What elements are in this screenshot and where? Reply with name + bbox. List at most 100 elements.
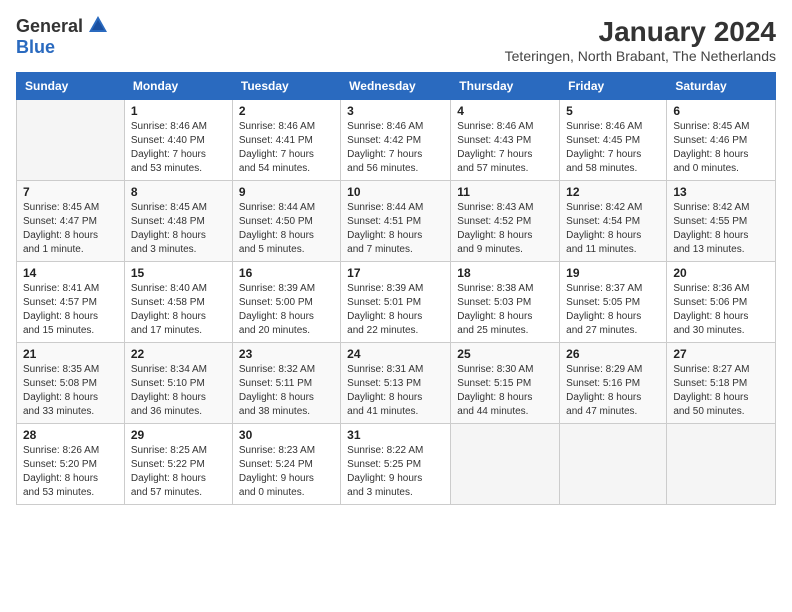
header-cell-saturday: Saturday bbox=[667, 73, 776, 100]
day-info: Sunrise: 8:44 AMSunset: 4:51 PMDaylight:… bbox=[347, 201, 444, 257]
day-cell: 5 Sunrise: 8:46 AMSunset: 4:45 PMDaylight… bbox=[560, 100, 667, 181]
day-cell: 14 Sunrise: 8:41 AMSunset: 4:57 PMDayligh… bbox=[17, 262, 125, 343]
day-cell: 23 Sunrise: 8:32 AMSunset: 5:11 PMDayligh… bbox=[232, 343, 340, 424]
day-number: 5 bbox=[566, 104, 660, 118]
day-cell: 7Sunrise: 8:45 AMSunset: 4:47 PMDaylight… bbox=[17, 181, 125, 262]
day-cell: 15 Sunrise: 8:40 AMSunset: 4:58 PMDayligh… bbox=[124, 262, 232, 343]
day-cell: 29 Sunrise: 8:25 AMSunset: 5:22 PMDayligh… bbox=[124, 424, 232, 505]
day-cell: 9 Sunrise: 8:44 AMSunset: 4:50 PMDaylight… bbox=[232, 181, 340, 262]
day-number: 18 bbox=[457, 266, 553, 280]
title-area: January 2024 Teteringen, North Brabant, … bbox=[505, 16, 776, 64]
day-info: Sunrise: 8:32 AMSunset: 5:11 PMDaylight:… bbox=[239, 363, 334, 419]
day-cell: 30 Sunrise: 8:23 AMSunset: 5:24 PMDayligh… bbox=[232, 424, 340, 505]
day-number: 7 bbox=[23, 185, 118, 199]
day-number: 20 bbox=[673, 266, 769, 280]
day-cell bbox=[17, 100, 125, 181]
day-cell: 20 Sunrise: 8:36 AMSunset: 5:06 PMDayligh… bbox=[667, 262, 776, 343]
day-info: Sunrise: 8:34 AMSunset: 5:10 PMDaylight:… bbox=[131, 363, 226, 419]
day-number: 19 bbox=[566, 266, 660, 280]
day-number: 6 bbox=[673, 104, 769, 118]
day-number: 29 bbox=[131, 428, 226, 442]
logo-blue: Blue bbox=[16, 37, 55, 58]
day-number: 14 bbox=[23, 266, 118, 280]
day-cell: 11Sunrise: 8:43 AMSunset: 4:52 PMDayligh… bbox=[451, 181, 560, 262]
logo-general: General bbox=[16, 16, 83, 37]
day-cell: 2 Sunrise: 8:46 AMSunset: 4:41 PMDaylight… bbox=[232, 100, 340, 181]
day-number: 1 bbox=[131, 104, 226, 118]
header-cell-tuesday: Tuesday bbox=[232, 73, 340, 100]
header-cell-thursday: Thursday bbox=[451, 73, 560, 100]
week-row-5: 28 Sunrise: 8:26 AMSunset: 5:20 PMDayligh… bbox=[17, 424, 776, 505]
day-info: Sunrise: 8:46 AMSunset: 4:41 PMDaylight:… bbox=[239, 120, 334, 176]
day-cell bbox=[560, 424, 667, 505]
day-cell: 27 Sunrise: 8:27 AMSunset: 5:18 PMDayligh… bbox=[667, 343, 776, 424]
day-number: 22 bbox=[131, 347, 226, 361]
day-number: 10 bbox=[347, 185, 444, 199]
calendar-table: SundayMondayTuesdayWednesdayThursdayFrid… bbox=[16, 72, 776, 505]
day-info: Sunrise: 8:40 AMSunset: 4:58 PMDaylight:… bbox=[131, 282, 226, 338]
header-cell-monday: Monday bbox=[124, 73, 232, 100]
logo: General Blue bbox=[16, 16, 109, 58]
header-row: SundayMondayTuesdayWednesdayThursdayFrid… bbox=[17, 73, 776, 100]
day-info: Sunrise: 8:46 AMSunset: 4:45 PMDaylight:… bbox=[566, 120, 660, 176]
day-info: Sunrise: 8:29 AMSunset: 5:16 PMDaylight:… bbox=[566, 363, 660, 419]
day-info: Sunrise: 8:36 AMSunset: 5:06 PMDaylight:… bbox=[673, 282, 769, 338]
day-info: Sunrise: 8:42 AMSunset: 4:55 PMDaylight:… bbox=[673, 201, 769, 257]
location-subtitle: Teteringen, North Brabant, The Netherlan… bbox=[505, 48, 776, 64]
day-cell: 3Sunrise: 8:46 AMSunset: 4:42 PMDaylight… bbox=[341, 100, 451, 181]
day-info: Sunrise: 8:43 AMSunset: 4:52 PMDaylight:… bbox=[457, 201, 553, 257]
day-info: Sunrise: 8:25 AMSunset: 5:22 PMDaylight:… bbox=[131, 444, 226, 500]
day-number: 27 bbox=[673, 347, 769, 361]
week-row-3: 14 Sunrise: 8:41 AMSunset: 4:57 PMDayligh… bbox=[17, 262, 776, 343]
day-number: 17 bbox=[347, 266, 444, 280]
day-cell: 19 Sunrise: 8:37 AMSunset: 5:05 PMDayligh… bbox=[560, 262, 667, 343]
header-cell-friday: Friday bbox=[560, 73, 667, 100]
day-number: 3 bbox=[347, 104, 444, 118]
day-cell: 31Sunrise: 8:22 AMSunset: 5:25 PMDayligh… bbox=[341, 424, 451, 505]
day-number: 28 bbox=[23, 428, 118, 442]
day-info: Sunrise: 8:39 AMSunset: 5:01 PMDaylight:… bbox=[347, 282, 444, 338]
week-row-1: 1 Sunrise: 8:46 AMSunset: 4:40 PMDaylight… bbox=[17, 100, 776, 181]
day-number: 8 bbox=[131, 185, 226, 199]
day-info: Sunrise: 8:44 AMSunset: 4:50 PMDaylight:… bbox=[239, 201, 334, 257]
month-year-title: January 2024 bbox=[505, 16, 776, 48]
week-row-2: 7Sunrise: 8:45 AMSunset: 4:47 PMDaylight… bbox=[17, 181, 776, 262]
day-number: 12 bbox=[566, 185, 660, 199]
day-info: Sunrise: 8:37 AMSunset: 5:05 PMDaylight:… bbox=[566, 282, 660, 338]
day-number: 23 bbox=[239, 347, 334, 361]
day-cell: 10 Sunrise: 8:44 AMSunset: 4:51 PMDayligh… bbox=[341, 181, 451, 262]
day-info: Sunrise: 8:42 AMSunset: 4:54 PMDaylight:… bbox=[566, 201, 660, 257]
day-number: 16 bbox=[239, 266, 334, 280]
header-cell-wednesday: Wednesday bbox=[341, 73, 451, 100]
day-cell: 6Sunrise: 8:45 AMSunset: 4:46 PMDaylight… bbox=[667, 100, 776, 181]
day-info: Sunrise: 8:23 AMSunset: 5:24 PMDaylight:… bbox=[239, 444, 334, 500]
day-cell: 13Sunrise: 8:42 AMSunset: 4:55 PMDayligh… bbox=[667, 181, 776, 262]
day-info: Sunrise: 8:26 AMSunset: 5:20 PMDaylight:… bbox=[23, 444, 118, 500]
day-info: Sunrise: 8:46 AMSunset: 4:40 PMDaylight:… bbox=[131, 120, 226, 176]
day-cell bbox=[667, 424, 776, 505]
day-info: Sunrise: 8:41 AMSunset: 4:57 PMDaylight:… bbox=[23, 282, 118, 338]
day-cell bbox=[451, 424, 560, 505]
day-info: Sunrise: 8:31 AMSunset: 5:13 PMDaylight:… bbox=[347, 363, 444, 419]
day-info: Sunrise: 8:45 AMSunset: 4:48 PMDaylight:… bbox=[131, 201, 226, 257]
day-cell: 26Sunrise: 8:29 AMSunset: 5:16 PMDayligh… bbox=[560, 343, 667, 424]
day-cell: 25Sunrise: 8:30 AMSunset: 5:15 PMDayligh… bbox=[451, 343, 560, 424]
day-number: 15 bbox=[131, 266, 226, 280]
day-number: 30 bbox=[239, 428, 334, 442]
day-number: 24 bbox=[347, 347, 444, 361]
day-cell: 17 Sunrise: 8:39 AMSunset: 5:01 PMDayligh… bbox=[341, 262, 451, 343]
logo-icon bbox=[87, 14, 109, 36]
header: General Blue January 2024 Teteringen, No… bbox=[16, 16, 776, 64]
day-info: Sunrise: 8:46 AMSunset: 4:43 PMDaylight:… bbox=[457, 120, 553, 176]
day-number: 25 bbox=[457, 347, 553, 361]
header-cell-sunday: Sunday bbox=[17, 73, 125, 100]
day-cell: 21Sunrise: 8:35 AMSunset: 5:08 PMDayligh… bbox=[17, 343, 125, 424]
day-cell: 16Sunrise: 8:39 AMSunset: 5:00 PMDayligh… bbox=[232, 262, 340, 343]
day-number: 21 bbox=[23, 347, 118, 361]
day-cell: 1 Sunrise: 8:46 AMSunset: 4:40 PMDaylight… bbox=[124, 100, 232, 181]
day-cell: 8 Sunrise: 8:45 AMSunset: 4:48 PMDaylight… bbox=[124, 181, 232, 262]
day-cell: 18Sunrise: 8:38 AMSunset: 5:03 PMDayligh… bbox=[451, 262, 560, 343]
day-number: 9 bbox=[239, 185, 334, 199]
day-number: 2 bbox=[239, 104, 334, 118]
day-info: Sunrise: 8:27 AMSunset: 5:18 PMDaylight:… bbox=[673, 363, 769, 419]
